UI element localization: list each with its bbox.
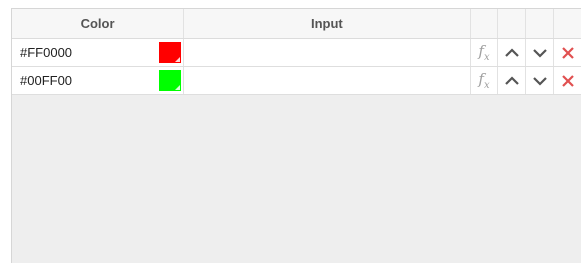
- header-delete-column: [554, 9, 581, 38]
- close-icon[interactable]: [554, 67, 581, 94]
- close-icon[interactable]: [554, 39, 581, 66]
- fx-icon[interactable]: fx: [471, 39, 499, 66]
- table-row: #00FF00 fx: [12, 67, 581, 95]
- color-swatch[interactable]: [159, 70, 182, 91]
- input-field[interactable]: [184, 67, 471, 94]
- header-down-column: [526, 9, 555, 38]
- color-cell: #00FF00: [12, 67, 185, 94]
- table-row: #FF0000 fx: [12, 39, 581, 67]
- color-swatch[interactable]: [159, 42, 182, 63]
- color-list-panel: Color Input #FF0000 fx #00FF00 fx: [11, 8, 581, 263]
- color-hex-value: #FF0000: [20, 45, 73, 60]
- header-up-column: [498, 9, 527, 38]
- chevron-up-icon[interactable]: [498, 39, 527, 66]
- chevron-up-icon[interactable]: [498, 67, 527, 94]
- color-hex-value: #00FF00: [20, 73, 73, 88]
- swatch-corner-indicator: [175, 57, 181, 62]
- input-field[interactable]: [184, 39, 471, 66]
- table-header: Color Input: [12, 9, 581, 39]
- chevron-down-icon[interactable]: [526, 67, 555, 94]
- chevron-down-icon[interactable]: [526, 39, 555, 66]
- fx-icon[interactable]: fx: [471, 67, 499, 94]
- header-fx-column: [471, 9, 499, 38]
- color-cell: #FF0000: [12, 39, 185, 66]
- header-color: Color: [12, 9, 185, 38]
- swatch-corner-indicator: [175, 85, 181, 90]
- header-input: Input: [184, 9, 471, 38]
